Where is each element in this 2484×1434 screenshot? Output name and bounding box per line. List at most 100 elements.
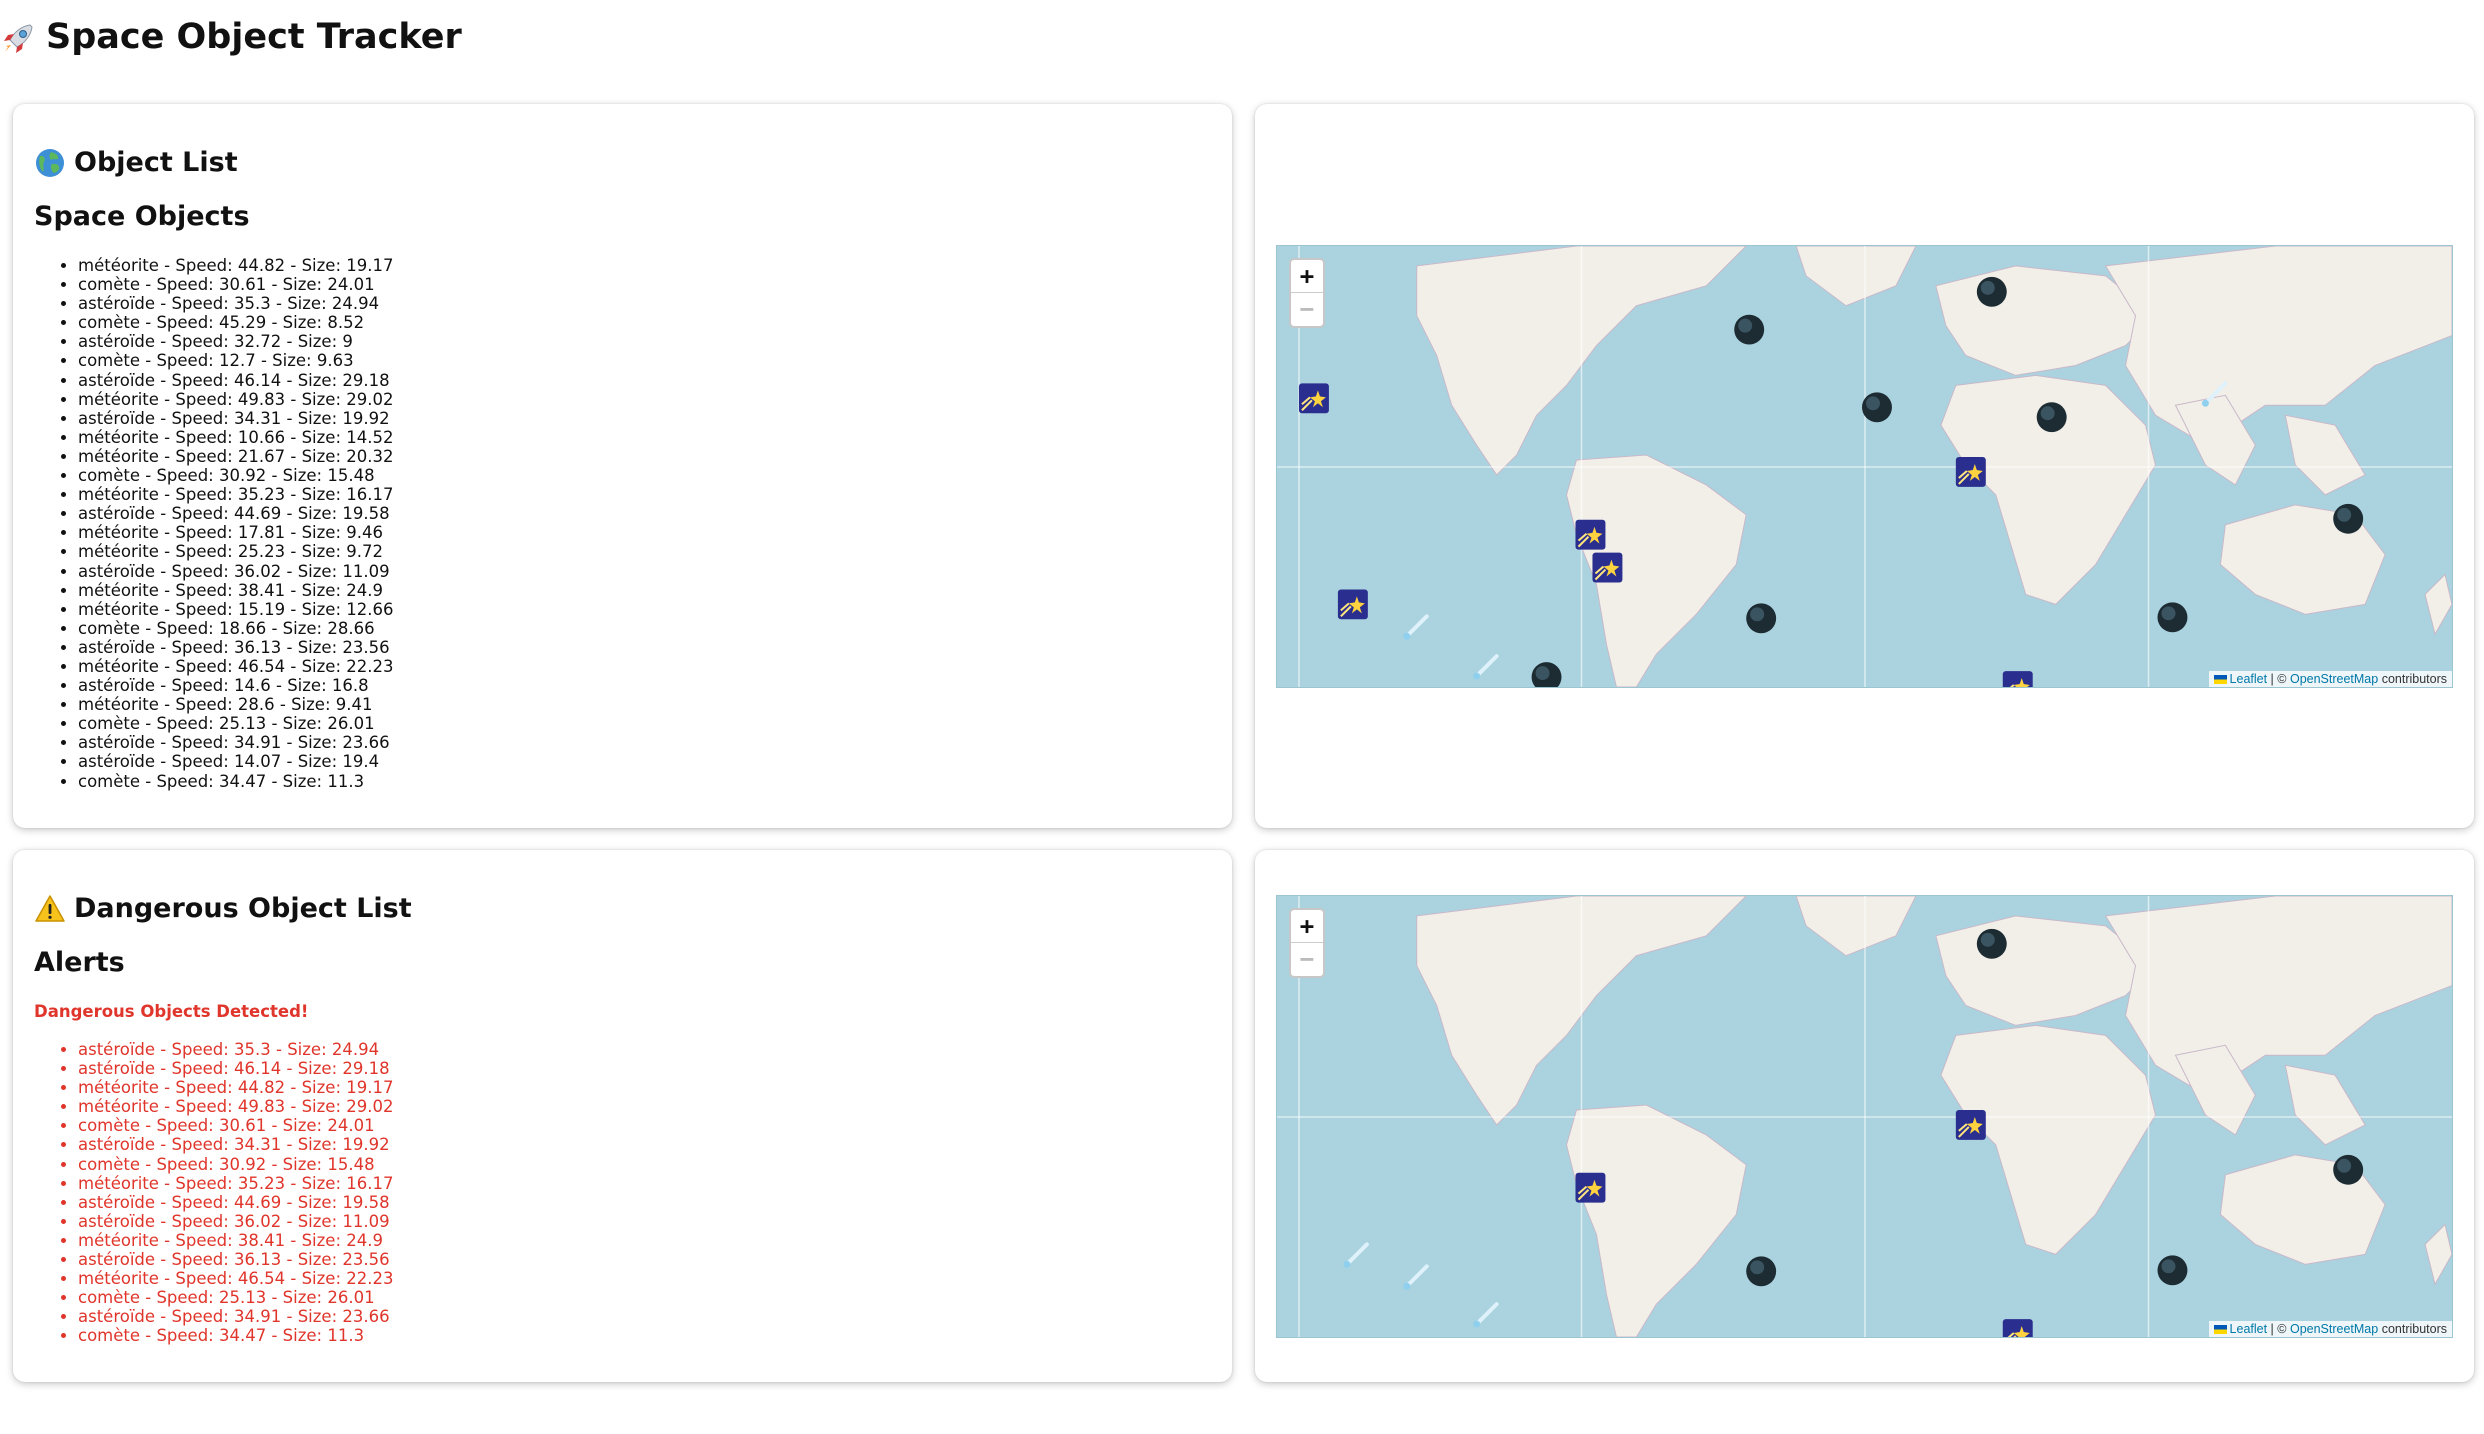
- list-item: comète - Speed: 25.13 - Size: 26.01: [78, 1288, 394, 1307]
- comet-marker-icon[interactable]: [1473, 1302, 1499, 1328]
- map-card-dangerous: + − Leaflet | © OpenStreetMap contributo…: [1255, 850, 2474, 1382]
- list-item: météorite - Speed: 25.23 - Size: 9.72: [78, 542, 394, 561]
- map-tiles: [1277, 896, 2452, 1337]
- list-item: comète - Speed: 30.61 - Size: 24.01: [78, 1116, 394, 1135]
- list-item: astéroïde - Speed: 14.07 - Size: 19.4: [78, 752, 394, 771]
- asteroid-marker-icon[interactable]: [1746, 603, 1777, 634]
- landmass: [2104, 246, 2452, 446]
- list-item: comète - Speed: 18.66 - Size: 28.66: [78, 619, 394, 638]
- asteroid-marker-icon[interactable]: [2333, 1154, 2364, 1185]
- list-item: astéroïde - Speed: 36.13 - Size: 23.56: [78, 638, 394, 657]
- asteroid-marker-icon[interactable]: [2157, 602, 2188, 633]
- list-item: astéroïde - Speed: 44.69 - Size: 19.58: [78, 504, 394, 523]
- app-title-text: Space Object Tracker: [46, 17, 462, 57]
- shooting-star-marker-icon[interactable]: [2002, 1319, 2033, 1337]
- map-dangerous-objects[interactable]: + − Leaflet | © OpenStreetMap contributo…: [1276, 895, 2453, 1338]
- landmass: [2284, 414, 2366, 496]
- globe-icon: [34, 147, 66, 179]
- map-attribution: Leaflet | © OpenStreetMap contributors: [2208, 671, 2452, 687]
- list-item: météorite - Speed: 17.81 - Size: 9.46: [78, 523, 394, 542]
- leaflet-link[interactable]: Leaflet: [2230, 1322, 2268, 1336]
- asteroid-marker-icon[interactable]: [2036, 402, 2067, 433]
- list-item: astéroïde - Speed: 34.91 - Size: 23.66: [78, 733, 394, 752]
- zoom-control: + −: [1289, 258, 1325, 328]
- list-item: météorite - Speed: 49.83 - Size: 29.02: [78, 390, 394, 409]
- list-item: météorite - Speed: 44.82 - Size: 19.17: [78, 1078, 394, 1097]
- comet-marker-icon[interactable]: [1473, 654, 1499, 680]
- shooting-star-marker-icon[interactable]: [1575, 519, 1606, 550]
- list-item: astéroïde - Speed: 32.72 - Size: 9: [78, 332, 394, 351]
- ukraine-flag-icon: [2213, 675, 2227, 684]
- asteroid-marker-icon[interactable]: [1976, 276, 2007, 307]
- map-tiles: [1277, 246, 2452, 687]
- asteroid-marker-icon[interactable]: [1976, 928, 2007, 959]
- list-item: astéroïde - Speed: 36.13 - Size: 23.56: [78, 1250, 394, 1269]
- landmass: [2424, 1223, 2452, 1286]
- landmass: [2104, 896, 2452, 1096]
- alert-message: Dangerous Objects Detected!: [34, 1002, 309, 1021]
- landmass: [1940, 1024, 2157, 1255]
- asteroid-marker-icon[interactable]: [2333, 503, 2364, 534]
- landmass: [1795, 246, 1917, 307]
- list-item: météorite - Speed: 46.54 - Size: 22.23: [78, 657, 394, 676]
- landmass: [1795, 896, 1917, 957]
- object-list-heading-text: Object List: [74, 147, 238, 178]
- dangerous-list-heading-text: Dangerous Object List: [74, 893, 412, 924]
- dangerous-object-card: Dangerous Object List Alerts Dangerous O…: [13, 850, 1232, 1382]
- list-item: astéroïde - Speed: 46.14 - Size: 29.18: [78, 1059, 394, 1078]
- landmass: [1565, 1104, 1747, 1337]
- comet-marker-icon[interactable]: [1403, 1264, 1429, 1290]
- list-item: comète - Speed: 45.29 - Size: 8.52: [78, 313, 394, 332]
- asteroid-marker-icon[interactable]: [1746, 1256, 1777, 1287]
- list-item: météorite - Speed: 35.23 - Size: 16.17: [78, 1174, 394, 1193]
- list-item: météorite - Speed: 15.19 - Size: 12.66: [78, 600, 394, 619]
- list-item: astéroïde - Speed: 36.02 - Size: 11.09: [78, 1212, 394, 1231]
- list-item: astéroïde - Speed: 46.14 - Size: 29.18: [78, 371, 394, 390]
- comet-marker-icon[interactable]: [1343, 1242, 1369, 1268]
- zoom-out-button[interactable]: −: [1291, 943, 1323, 976]
- alerts-subheading: Alerts: [34, 947, 125, 978]
- list-item: comète - Speed: 34.47 - Size: 11.3: [78, 772, 394, 791]
- shooting-star-marker-icon[interactable]: [1592, 552, 1623, 583]
- asteroid-marker-icon[interactable]: [2157, 1255, 2188, 1286]
- shooting-star-marker-icon[interactable]: [1955, 457, 1986, 487]
- dangerous-list-heading: Dangerous Object List: [34, 892, 412, 926]
- shooting-star-marker-icon[interactable]: [1575, 1172, 1606, 1203]
- shooting-star-marker-icon[interactable]: [1298, 383, 1329, 414]
- shooting-star-marker-icon[interactable]: [1955, 1110, 1986, 1140]
- openstreetmap-link[interactable]: OpenStreetMap: [2290, 672, 2378, 686]
- list-item: astéroïde - Speed: 36.02 - Size: 11.09: [78, 562, 394, 581]
- openstreetmap-link[interactable]: OpenStreetMap: [2290, 1322, 2378, 1336]
- page-title: Space Object Tracker: [0, 10, 462, 64]
- asteroid-marker-icon[interactable]: [1734, 314, 1765, 345]
- list-item: astéroïde - Speed: 34.31 - Size: 19.92: [78, 409, 394, 428]
- asteroid-marker-icon[interactable]: [1531, 662, 1562, 687]
- list-item: comète - Speed: 34.47 - Size: 11.3: [78, 1326, 394, 1345]
- list-item: météorite - Speed: 38.41 - Size: 24.9: [78, 581, 394, 600]
- shooting-star-marker-icon[interactable]: [1337, 589, 1368, 620]
- shooting-star-marker-icon[interactable]: [2002, 671, 2033, 687]
- landmass: [2284, 1064, 2366, 1146]
- list-item: météorite - Speed: 46.54 - Size: 22.23: [78, 1269, 394, 1288]
- list-item: comète - Speed: 30.61 - Size: 24.01: [78, 275, 394, 294]
- list-item: astéroïde - Speed: 35.3 - Size: 24.94: [78, 1040, 394, 1059]
- asteroid-marker-icon[interactable]: [1862, 392, 1892, 423]
- map-card-all: + − Leaflet | © OpenStreetMap contributo…: [1255, 104, 2474, 828]
- map-all-objects[interactable]: + − Leaflet | © OpenStreetMap contributo…: [1276, 245, 2453, 688]
- list-item: comète - Speed: 25.13 - Size: 26.01: [78, 714, 394, 733]
- comet-marker-icon[interactable]: [1403, 614, 1429, 640]
- list-item: météorite - Speed: 35.23 - Size: 16.17: [78, 485, 394, 504]
- list-item: comète - Speed: 30.92 - Size: 15.48: [78, 1155, 394, 1174]
- ukraine-flag-icon: [2213, 1325, 2227, 1334]
- list-item: météorite - Speed: 49.83 - Size: 29.02: [78, 1097, 394, 1116]
- list-item: astéroïde - Speed: 34.91 - Size: 23.66: [78, 1307, 394, 1326]
- list-item: météorite - Speed: 38.41 - Size: 24.9: [78, 1231, 394, 1250]
- zoom-in-button[interactable]: +: [1291, 910, 1323, 943]
- space-objects-subheading: Space Objects: [34, 201, 250, 232]
- leaflet-link[interactable]: Leaflet: [2230, 672, 2268, 686]
- zoom-out-button[interactable]: −: [1291, 293, 1323, 326]
- dangerous-object-list: astéroïde - Speed: 35.3 - Size: 24.94ast…: [34, 1040, 394, 1346]
- object-list-heading: Object List: [34, 146, 238, 180]
- zoom-control: + −: [1289, 908, 1325, 978]
- zoom-in-button[interactable]: +: [1291, 260, 1323, 293]
